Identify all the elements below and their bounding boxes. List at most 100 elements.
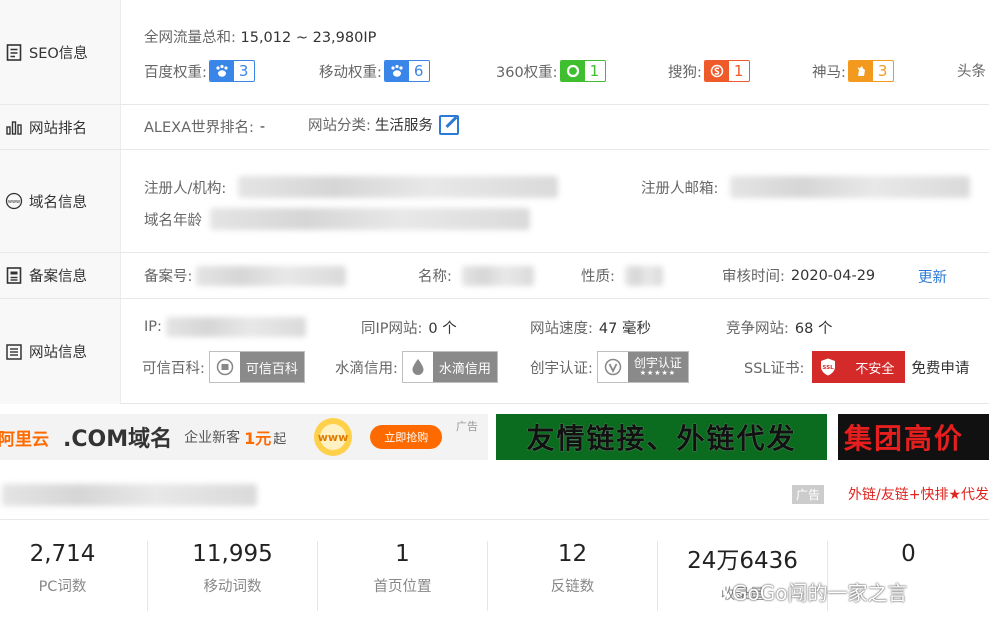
friend-link-ad-text: 友情链接、外链代发 [526,422,797,455]
shuidi-credit[interactable]: 水滴信用: 水滴信用 [335,351,498,383]
traffic-value: 15,012 ~ 23,980IP [240,30,377,46]
same-ip-label: 同IP网站: [361,321,423,337]
sogou-weight-label: 搜狗: [668,64,702,81]
ip-redacted [165,317,306,337]
wechat-icon [700,581,728,603]
stat-backlinks-label: 反链数 [550,579,595,595]
site-rank-row: 网站排名 ALEXA世界排名: - 网站分类: 生活服务 [0,105,989,150]
registrant-email: 注册人邮箱: [641,176,971,198]
sogou-weight[interactable]: 搜狗: 1 [668,60,751,82]
baidu-weight[interactable]: 百度权重: 3 [144,60,256,82]
stat-homepage-position[interactable]: 1 首页位置 [318,541,487,596]
record-icon [5,267,23,285]
toutiao-weight-label: 头条 [957,64,986,80]
stat-mobile-keywords[interactable]: 11,995 移动词数 [148,541,317,596]
ssl-badge-text: 不安全 [843,352,905,382]
seo-info-row: SEO信息 全网流量总和: 15,012 ~ 23,980IP 百度权重: 3 … [0,0,989,105]
icp-nature-label: 性质: [581,269,615,285]
stat-backlinks-value: 12 [557,541,588,567]
compete-value: 68 个 [794,321,833,337]
chuangyu-label: 创宇认证: [530,360,593,377]
stat-mobile-keywords-value: 11,995 [192,541,273,567]
list-icon [5,343,23,361]
mobile-paw-icon [384,61,409,81]
icp-name: 名称: [418,265,534,286]
shenma-weight[interactable]: 神马: 3 [812,60,895,82]
traffic-total: 全网流量总和: 15,012 ~ 23,980IP [144,26,376,47]
com-domain-title: .COM域名 [63,427,173,452]
chuangyu-stars: ★★★★★ [639,368,677,377]
icp-number: 备案号: [144,265,347,286]
ranking-section-header: 广告 外链/友链+快排★代发 [0,468,989,520]
speed-label: 网站速度: [530,321,593,337]
svg-text:www: www [8,199,20,205]
sogou-weight-badge[interactable]: 1 [703,60,751,82]
chuangyu-badge-text: 创宇认证 [633,355,682,370]
group-ad-text: 集团高价 [844,422,965,455]
shenma-weight-value: 3 [877,62,888,80]
alexa-label: ALEXA世界排名: [144,120,254,136]
ssl-cert[interactable]: SSL证书: SSL 不安全 免费申请 [744,351,969,383]
baidu-weight-badge[interactable]: 3 [208,60,256,82]
competing-sites[interactable]: 竞争网站: 68 个 [726,317,832,338]
alexa-rank: ALEXA世界排名: - [144,116,265,137]
kexin-badge-text: 可信百科 [239,352,304,382]
alexa-value: - [259,118,266,135]
edit-icon[interactable] [438,114,459,135]
domain-info-title: 域名信息 [29,194,87,211]
shuidi-badge-text: 水滴信用 [432,352,497,382]
seo-info-title: SEO信息 [29,45,88,62]
360-weight[interactable]: 360权重: 1 [496,60,607,82]
ssl-badge[interactable]: SSL 不安全 [812,351,906,383]
section-title-redacted [2,484,257,506]
www-globe-icon: www [304,414,362,460]
kexin-badge[interactable]: 可信百科 [208,351,305,383]
same-ip-value: 0 个 [428,321,457,337]
chuangyu-badge[interactable]: 创宇认证 ★★★★★ [596,351,689,383]
ip-address: IP: [144,317,306,337]
wechat-watermark: GoGo闯的一家之言 [700,577,907,606]
section-ad-tag: 广告 [792,485,825,504]
aliyun-com-domain-ad[interactable]: 阿里云 .COM域名 企业新客 1元 起 www 立即抢购 广告 [0,414,488,460]
stat-indexed-value: 24万6436 [687,548,798,574]
audit-value: 2020-04-29 [790,267,876,284]
shuidi-label: 水滴信用: [335,360,398,377]
ip-label: IP: [144,319,162,335]
360-weight-badge[interactable]: 1 [559,60,607,82]
360-icon [560,61,585,81]
site-rank-title: 网站排名 [29,120,87,137]
baidu-weight-label: 百度权重: [144,64,207,81]
360-weight-value: 1 [589,62,600,80]
shuidi-badge[interactable]: 水滴信用 [401,351,498,383]
stat-pc-keywords[interactable]: 2,714 PC词数 [0,541,147,596]
stat-backlinks[interactable]: 12 反链数 [488,541,657,596]
ssl-apply-link[interactable]: 免费申请 [911,357,969,378]
domain-age-redacted [210,208,530,230]
email-label: 注册人邮箱: [641,180,719,197]
stat-mobile-keywords-label: 移动词数 [203,579,262,595]
icp-info-label: 备案信息 [0,253,121,298]
chuangyu-cert[interactable]: 创宇认证: 创宇认证 ★★★★★ [530,351,689,383]
icp-update-link[interactable]: 更新 [918,266,947,287]
v-shield-icon [597,352,628,382]
audit-label: 审核时间: [722,269,785,285]
mobile-weight-badge[interactable]: 6 [383,60,431,82]
baidu-paw-icon [209,61,234,81]
toutiao-weight[interactable]: 头条 [957,60,986,81]
stat-homepage-position-label: 首页位置 [373,579,432,595]
mobile-weight[interactable]: 移动权重: 6 [319,60,431,82]
icp-name-redacted [461,265,534,286]
same-ip-sites[interactable]: 同IP网站: 0 个 [361,317,457,338]
kexin-baike[interactable]: 可信百科: 可信百科 [142,351,305,383]
site-info-panel: SEO信息 全网流量总和: 15,012 ~ 23,980IP 百度权重: 3 … [0,0,989,404]
promo-link[interactable]: 外链/友链+快排★代发 [848,484,989,504]
registrant-label: 注册人/机构: [144,180,227,197]
group-ad[interactable]: 集团高价 [838,414,989,460]
shenma-weight-badge[interactable]: 3 [847,60,895,82]
traffic-label: 全网流量总和: [144,30,236,46]
buy-now-button[interactable]: 立即抢购 [370,425,443,449]
site-info-label: 网站信息 [0,299,121,404]
friend-link-ad[interactable]: 友情链接、外链代发 [496,414,827,460]
ad-price: 1元 [244,429,272,448]
stat-last[interactable]: 0 [828,541,989,575]
